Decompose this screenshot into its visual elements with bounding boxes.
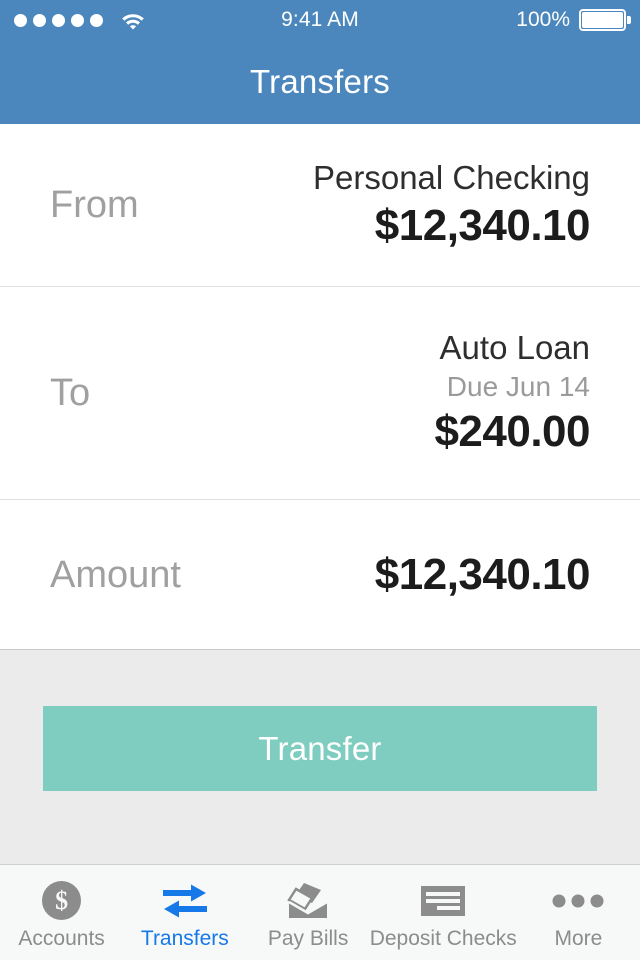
- from-label: From: [50, 184, 139, 226]
- transfers-screen: 9:41 AM 100% Transfers From Personal Che…: [0, 0, 640, 960]
- tab-transfers-label: Transfers: [140, 926, 229, 950]
- from-account-balance: $12,340.10: [374, 201, 591, 251]
- battery-percent-label: 100%: [516, 8, 570, 31]
- tab-more-label: More: [554, 926, 603, 950]
- tab-accounts-label: Accounts: [18, 926, 105, 950]
- tab-accounts[interactable]: $ Accounts: [0, 865, 123, 960]
- signal-dots-icon: [14, 13, 103, 27]
- transfer-arrows-icon: [161, 881, 209, 921]
- amount-field-value[interactable]: $12,340.10: [375, 548, 591, 602]
- tab-deposit-checks[interactable]: Deposit Checks: [370, 865, 517, 960]
- tab-pay-bills-label: Pay Bills: [267, 926, 349, 950]
- to-value: Auto Loan Due Jun 14 $240.00: [434, 327, 590, 459]
- amount-value: $12,340.10: [375, 548, 591, 602]
- to-label: To: [50, 372, 91, 414]
- to-account-name: Auto Loan: [439, 328, 590, 366]
- from-row[interactable]: From Personal Checking $12,340.10: [0, 124, 640, 286]
- envelope-bills-icon: [284, 881, 332, 921]
- ellipsis-icon: [552, 881, 604, 921]
- to-account-due-date: Due Jun 14: [446, 371, 590, 403]
- page-title: Transfers: [250, 63, 390, 100]
- status-bar-left: [14, 11, 146, 30]
- tab-pay-bills[interactable]: Pay Bills: [246, 865, 369, 960]
- wifi-icon: [122, 13, 144, 29]
- amount-label: Amount: [50, 553, 181, 596]
- dollar-circle-icon: $: [42, 881, 82, 921]
- battery-full-icon: [579, 9, 631, 31]
- tab-transfers[interactable]: Transfers: [123, 865, 246, 960]
- action-area: Transfer: [0, 649, 640, 864]
- to-row[interactable]: To Auto Loan Due Jun 14 $240.00: [0, 286, 640, 499]
- to-account-amount: $240.00: [434, 407, 590, 457]
- transfer-button[interactable]: Transfer: [43, 706, 597, 791]
- tab-more[interactable]: More: [517, 865, 640, 960]
- tab-bar: $ Accounts Transfers Pay Bills Deposit C…: [0, 864, 640, 960]
- transfer-form: From Personal Checking $12,340.10 To Aut…: [0, 124, 640, 649]
- status-bar: 9:41 AM 100%: [0, 0, 640, 40]
- check-icon: [420, 881, 466, 921]
- from-account-name: Personal Checking: [313, 159, 590, 197]
- tab-deposit-checks-label: Deposit Checks: [369, 926, 517, 950]
- from-value: Personal Checking $12,340.10: [313, 157, 591, 253]
- amount-row[interactable]: Amount $12,340.10: [0, 499, 640, 649]
- status-bar-right: 100%: [516, 8, 631, 32]
- app-header: 9:41 AM 100% Transfers: [0, 0, 640, 124]
